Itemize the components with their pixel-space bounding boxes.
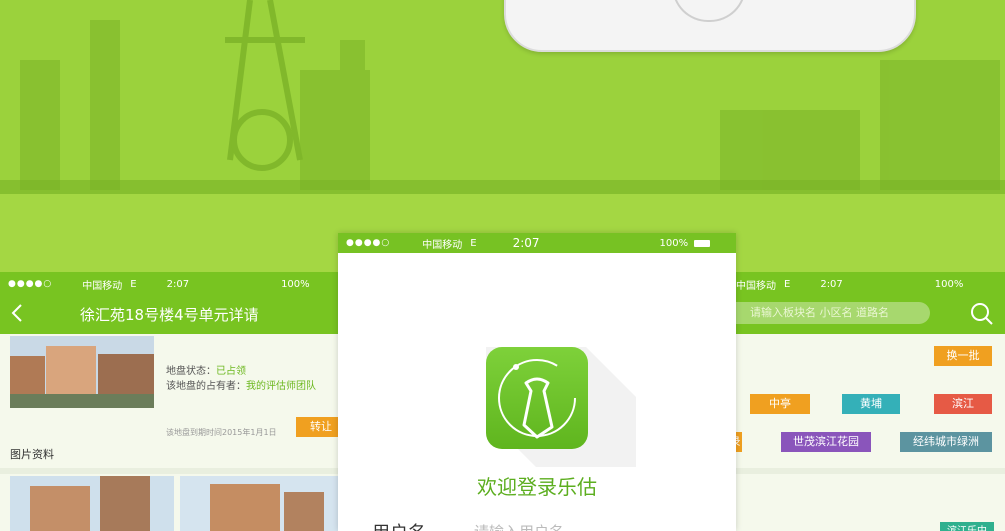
welcome-heading: 欢迎登录乐估: [477, 475, 597, 499]
area-badge: 滨江乐中: [940, 522, 994, 531]
signal-icon: ●●●●○: [8, 279, 53, 289]
status-bar-center-content: ●●●●○ 中国移动 E 2:07 100%: [346, 233, 736, 253]
time-text: 2:07: [820, 278, 843, 290]
time-text: 2:07: [166, 278, 190, 290]
expire-text: 该地盘到期时间2015年1月1日: [166, 428, 277, 437]
search-screen: 中国移动 E 2:07 100% 请输入板块名 小区名 道路名 换一批 中亭 黄…: [736, 272, 1005, 531]
app-logo-icon: [486, 347, 588, 449]
battery-icon: [694, 239, 711, 247]
owner-value: 我的评估师团队: [246, 381, 316, 392]
tag-item[interactable]: 黄埔: [842, 394, 900, 414]
page-title: 徐汇苑18号楼4号单元详请: [80, 306, 259, 324]
search-icon[interactable]: [970, 302, 994, 326]
network-text: E: [784, 278, 791, 290]
search-input[interactable]: 请输入板块名 小区名 道路名: [736, 302, 930, 324]
photos-title: 图片资料: [10, 448, 54, 461]
battery-text: 100%: [934, 278, 964, 290]
tag-item[interactable]: 经纬城市绿洲: [900, 432, 992, 452]
photo-thumb[interactable]: [180, 476, 338, 531]
carrier-text: 中国移动: [736, 280, 776, 292]
time-text: 2:07: [512, 236, 540, 250]
status-label: 地盘状态：: [166, 366, 216, 377]
network-text: E: [470, 237, 477, 249]
photo-thumb[interactable]: [10, 476, 174, 531]
detail-screen: ●●●●○ 中国移动 E 2:07 100% 徐汇苑18号楼4号单元详请 地盘状…: [0, 272, 338, 531]
carrier-text: 中国移动: [422, 239, 463, 251]
divider: [736, 468, 1005, 474]
owner-label: 该地盘的占有者：: [166, 381, 246, 392]
tag-item[interactable]: 中亭: [750, 394, 810, 414]
status-bar-right: 中国移动 E 2:07 100%: [736, 274, 1001, 294]
building-photo[interactable]: [10, 336, 154, 408]
battery-text: 100%: [659, 237, 689, 249]
status-bar-left: ●●●●○ 中国移动 E 2:07 100%: [8, 274, 338, 294]
tag-item[interactable]: 滨江: [934, 394, 992, 414]
status-row: 地盘状态：已占领: [166, 362, 246, 377]
carrier-text: 中国移动: [82, 280, 123, 292]
status-value: 已占领: [216, 366, 246, 377]
back-icon[interactable]: [10, 302, 24, 324]
battery-text: 100%: [281, 278, 310, 290]
login-screen: ●●●●○ 中国移动 E 2:07 100% 欢迎登录乐估 用户名 请输入用户名: [338, 233, 736, 531]
transfer-button[interactable]: 转让: [296, 417, 338, 437]
refresh-button[interactable]: 换一批: [934, 346, 992, 366]
tag-item[interactable]: 录: [736, 432, 742, 452]
tag-item[interactable]: 世茂滨江花园: [781, 432, 871, 452]
signal-icon: ●●●●○: [346, 238, 391, 248]
username-label: 用户名: [372, 519, 426, 531]
divider: [0, 468, 338, 474]
network-text: E: [130, 278, 137, 290]
owner-row: 该地盘的占有者：我的评估师团队: [166, 377, 316, 392]
username-input[interactable]: 请输入用户名: [474, 521, 564, 531]
